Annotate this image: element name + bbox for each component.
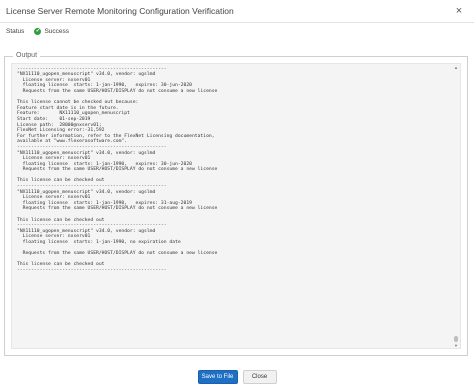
- output-textarea[interactable]: This license can be checked out --------…: [11, 63, 461, 349]
- output-fieldset: Output This license can be checked out -…: [4, 52, 468, 356]
- output-legend: Output: [13, 52, 41, 59]
- scrollbar-thumb[interactable]: [454, 336, 458, 342]
- output-text: This license can be checked out --------…: [17, 63, 218, 273]
- status-row: Status ✔ Success: [6, 24, 69, 38]
- dialog-buttons: Save to File Close: [0, 370, 474, 384]
- status-value: Success: [44, 27, 70, 35]
- status-label: Status: [6, 27, 25, 35]
- scroll-up-icon[interactable]: ▲: [453, 65, 459, 71]
- dialog-title: License Server Remote Monitoring Configu…: [6, 6, 234, 16]
- title-divider: [0, 22, 474, 23]
- output-scrollbar[interactable]: ▲ ▼: [453, 65, 459, 348]
- close-button[interactable]: Close: [242, 370, 277, 384]
- close-icon[interactable]: ×: [452, 4, 466, 18]
- save-to-file-button[interactable]: Save to File: [197, 370, 238, 384]
- check-circle-icon: ✔: [34, 27, 42, 35]
- scroll-down-icon[interactable]: ▼: [453, 343, 459, 348]
- dialog-titlebar: License Server Remote Monitoring Configu…: [0, 0, 474, 22]
